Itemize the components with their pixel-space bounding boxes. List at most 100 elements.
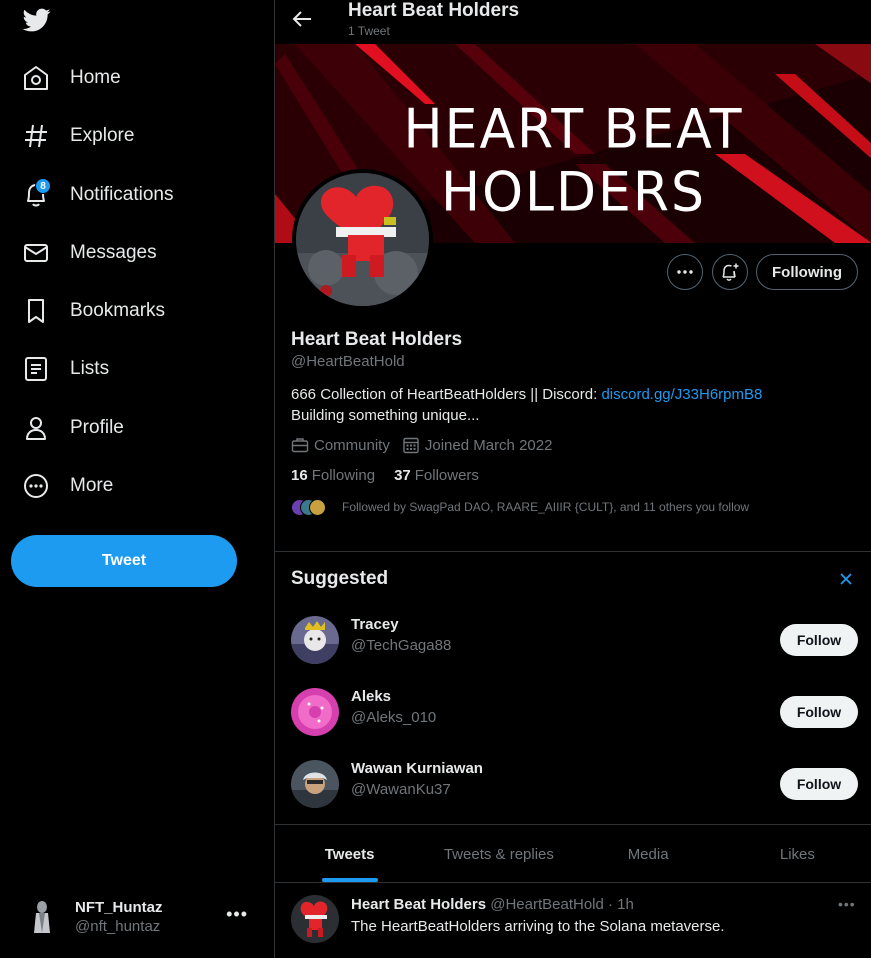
suggested-handle: @TechGaga88 [351,637,452,654]
bell-icon: 8 [22,178,51,209]
nav-explore-label: Explore [70,125,135,146]
nav-lists-label: Lists [70,358,110,379]
suggested-user[interactable]: Wawan Kurniawan @WawanKu37 Follow [275,748,871,820]
account-menu-icon[interactable]: ••• [226,904,248,925]
list-icon [22,355,50,383]
person-icon [22,414,50,442]
suggested-handle: @Aleks_010 [351,709,437,726]
tab-likes[interactable]: Likes [723,826,871,882]
bookmark-icon [22,297,50,325]
bell-plus-icon [722,263,739,281]
profile-joined: Joined March 2022 [424,436,553,454]
followed-by-text: Followed by SwagPad DAO, RAARE_AIIIR {CU… [342,500,750,514]
close-icon[interactable] [837,570,855,588]
profile-category: Community [314,436,390,454]
tweet-header: Heart Beat Holders @HeartBeatHold · 1h [351,896,634,913]
tab-tweets[interactable]: Tweets [275,826,424,882]
followers-count: 37 [394,467,411,484]
back-arrow-icon[interactable] [291,8,313,30]
nav-explore[interactable]: Explore [10,111,146,161]
followed-by-avatars [291,497,339,517]
tweet-text: The HeartBeatHolders arriving to the Sol… [351,918,725,935]
nav-more-label: More [70,475,114,496]
nav-home-label: Home [70,67,121,88]
suggested-handle: @WawanKu37 [351,781,451,798]
suggested-avatar [291,616,339,664]
section-divider [275,824,871,825]
suggested-name: Aleks [351,688,392,705]
following-button[interactable]: Following [756,254,858,290]
profile-meta: Community Joined March 2022 [291,436,564,454]
followed-by[interactable]: Followed by SwagPad DAO, RAARE_AIIIR {CU… [291,497,749,517]
following-label: Following [311,467,376,484]
nav-profile-label: Profile [70,417,124,438]
account-handle: @nft_huntaz [75,918,161,935]
nav-notifications[interactable]: 8 Notifications [10,170,186,220]
home-icon [22,64,50,92]
profile-avatar[interactable] [292,169,433,310]
nav-home[interactable]: Home [10,53,133,103]
suggested-avatar [291,688,339,736]
profile-bio: 666 Collection of HeartBeatHolders || Di… [291,384,851,426]
nav-profile[interactable]: Profile [10,403,136,453]
following-count: 16 [291,467,308,484]
account-avatar [22,897,62,937]
tab-media-label: Media [627,845,669,863]
briefcase-icon [291,438,309,453]
more-circle-icon [22,472,50,500]
tweet-author[interactable]: Heart Beat Holders [351,896,486,913]
suggested-title: Suggested [291,568,389,589]
header-tweet-count: 1 Tweet [348,24,390,38]
nav-bookmarks-label: Bookmarks [70,300,166,321]
notify-bell-button[interactable] [712,254,748,290]
mini-avatar [309,499,326,516]
followers-count-link[interactable]: 37 Followers [394,467,479,484]
tweet-avatar[interactable] [291,895,339,943]
twitter-logo-icon[interactable] [22,6,52,34]
bio-line-2: Building something unique... [291,407,480,424]
bio-discord-link[interactable]: discord.gg/J33H6rpmB8 [601,386,762,403]
notification-badge: 8 [35,178,51,194]
profile-handle: @HeartBeatHold [291,353,405,370]
more-horizontal-icon [677,270,693,274]
tab-tweets-replies[interactable]: Tweets & replies [424,826,573,882]
profile-tabs: Tweets Tweets & replies Media Likes [275,826,871,882]
nav-messages[interactable]: Messages [10,228,169,278]
tweet-handle: @HeartBeatHold [490,896,604,913]
profile-header-bar: Heart Beat Holders 1 Tweet [275,0,871,44]
followers-label: Followers [414,467,479,484]
tweet-more-icon[interactable]: ••• [838,896,856,912]
nav-bookmarks[interactable]: Bookmarks [10,286,177,336]
tweet-time[interactable]: · 1h [608,896,634,913]
sidebar: Home Explore 8 Notifications Messages Bo… [0,0,274,958]
header-title: Heart Beat Holders [348,0,520,21]
suggested-name: Tracey [351,616,399,633]
nav-messages-label: Messages [70,242,157,263]
suggested-avatar [291,760,339,808]
nav-more[interactable]: More [10,461,125,511]
more-options-button[interactable] [667,254,703,290]
envelope-icon [22,239,50,267]
nav-lists[interactable]: Lists [10,344,121,394]
profile-counts: 16 Following 37 Followers [291,467,498,484]
suggested-user[interactable]: Tracey @TechGaga88 Follow [275,604,871,676]
tweet-button[interactable]: Tweet [11,535,237,587]
section-divider [275,551,871,552]
bio-text: 666 Collection of HeartBeatHolders || Di… [291,386,602,403]
account-switcher[interactable]: NFT_Huntaz @nft_huntaz ••• [12,886,262,948]
calendar-icon [403,437,419,454]
tab-media[interactable]: Media [574,826,723,882]
tweet[interactable]: Heart Beat Holders @HeartBeatHold · 1h T… [275,883,871,958]
tab-tweets-replies-label: Tweets & replies [443,845,554,863]
profile-name: Heart Beat Holders [291,329,463,350]
tab-likes-label: Likes [779,845,815,863]
follow-button[interactable]: Follow [780,696,858,728]
nav-notifications-label: Notifications [70,184,174,205]
follow-button[interactable]: Follow [780,768,858,800]
profile-column: Heart Beat Holders 1 Tweet HEART BEAT HO… [274,0,871,958]
following-count-link[interactable]: 16 Following [291,467,375,484]
follow-button[interactable]: Follow [780,624,858,656]
suggested-user[interactable]: Aleks @Aleks_010 Follow [275,676,871,748]
tab-tweets-label: Tweets [324,845,375,863]
hashtag-icon [22,122,50,150]
